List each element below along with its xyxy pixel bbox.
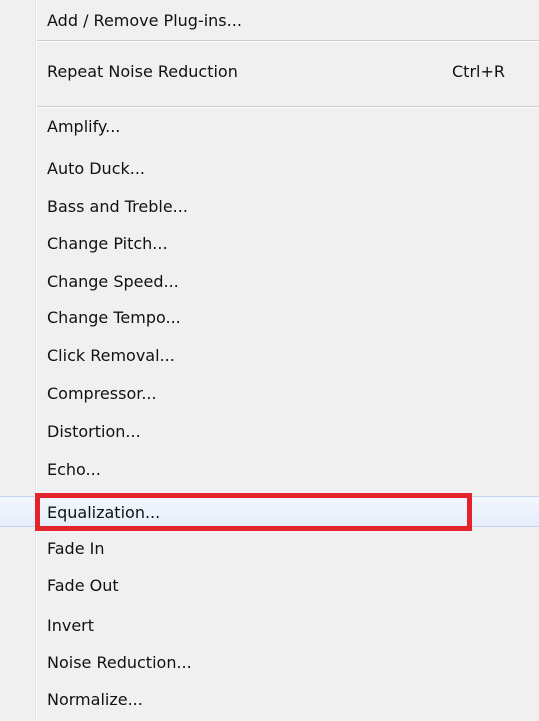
- menu-item-equalization[interactable]: Equalization...: [0, 496, 539, 527]
- menu-item-fade-out[interactable]: Fade Out: [0, 570, 539, 601]
- menu-item-label: Change Speed...: [47, 272, 179, 291]
- menu-item-repeat-noise-reduction[interactable]: Repeat Noise Reduction Ctrl+R: [0, 56, 539, 87]
- menu-item-distortion[interactable]: Distortion...: [0, 416, 539, 447]
- menu-item-click-removal[interactable]: Click Removal...: [0, 340, 539, 371]
- menu-item-label: Distortion...: [47, 422, 141, 441]
- menu-item-auto-duck[interactable]: Auto Duck...: [0, 153, 539, 184]
- menu-item-label: Repeat Noise Reduction: [47, 62, 238, 81]
- menu-item-change-speed[interactable]: Change Speed...: [0, 266, 539, 297]
- menu-item-compressor[interactable]: Compressor...: [0, 378, 539, 409]
- menu-item-noise-reduction[interactable]: Noise Reduction...: [0, 647, 539, 678]
- menu-item-change-pitch[interactable]: Change Pitch...: [0, 228, 539, 259]
- menu-separator: [37, 106, 539, 108]
- menu-item-label: Equalization...: [47, 503, 161, 522]
- menu-item-amplify[interactable]: Amplify...: [0, 111, 539, 142]
- menu-item-change-tempo[interactable]: Change Tempo...: [0, 302, 539, 333]
- menu-item-label: Echo...: [47, 460, 101, 479]
- menu-item-label: Auto Duck...: [47, 159, 146, 178]
- menu-item-add-remove-plugins[interactable]: Add / Remove Plug-ins...: [0, 5, 539, 36]
- menu-item-echo[interactable]: Echo...: [0, 454, 539, 485]
- menu-item-label: Compressor...: [47, 384, 157, 403]
- effect-menu: Add / Remove Plug-ins... Repeat Noise Re…: [0, 0, 539, 721]
- menu-item-label: Change Tempo...: [47, 308, 181, 327]
- menu-item-label: Normalize...: [47, 690, 143, 709]
- menu-item-bass-and-treble[interactable]: Bass and Treble...: [0, 191, 539, 222]
- menu-item-label: Fade Out: [47, 576, 119, 595]
- menu-item-label: Fade In: [47, 539, 105, 558]
- menu-item-label: Add / Remove Plug-ins...: [47, 11, 242, 30]
- menu-item-label: Noise Reduction...: [47, 653, 192, 672]
- menu-item-invert[interactable]: Invert: [0, 610, 539, 641]
- menu-item-label: Bass and Treble...: [47, 197, 188, 216]
- menu-item-label: Change Pitch...: [47, 234, 168, 253]
- menu-item-label: Amplify...: [47, 117, 121, 136]
- menu-item-label: Invert: [47, 616, 95, 635]
- menu-item-shortcut: Ctrl+R: [452, 62, 505, 81]
- menu-item-normalize[interactable]: Normalize...: [0, 684, 539, 715]
- menu-item-label: Click Removal...: [47, 346, 175, 365]
- menu-item-fade-in[interactable]: Fade In: [0, 533, 539, 564]
- menu-separator: [37, 40, 539, 42]
